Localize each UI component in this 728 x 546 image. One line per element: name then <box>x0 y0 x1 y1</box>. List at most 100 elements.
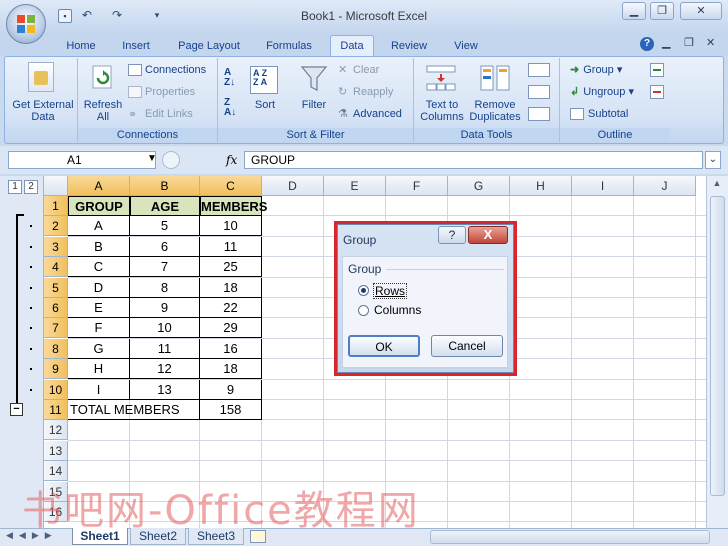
row-header-10[interactable]: 10 <box>44 379 68 400</box>
restore-button[interactable]: ❐ <box>650 2 674 20</box>
row-header-7[interactable]: 7 <box>44 318 68 339</box>
table-cell[interactable]: 11 <box>130 338 200 359</box>
total-members-value[interactable]: 158 <box>200 400 262 420</box>
consolidate-icon[interactable] <box>528 85 550 99</box>
name-box-dropdown-icon[interactable]: ▼ <box>147 153 157 164</box>
table-cell[interactable]: 10 <box>200 216 262 237</box>
table-cell[interactable]: 10 <box>130 318 200 339</box>
row-header-6[interactable]: 6 <box>44 298 68 318</box>
table-cell[interactable]: 22 <box>200 298 262 318</box>
vertical-scroll-thumb[interactable] <box>710 196 725 496</box>
close-button[interactable]: ✕ <box>680 2 722 20</box>
advanced-button[interactable]: ⚗ Advanced <box>338 107 402 121</box>
column-header-h[interactable]: H <box>510 176 572 196</box>
header-cell-group[interactable]: GROUP <box>68 196 130 216</box>
table-cell[interactable]: 8 <box>130 277 200 298</box>
tab-data[interactable]: Data <box>330 35 374 57</box>
outline-level-2-button[interactable]: 2 <box>24 180 38 194</box>
table-cell[interactable]: D <box>68 277 130 298</box>
row-header-5[interactable]: 5 <box>44 277 68 298</box>
row-header-11[interactable]: 11 <box>44 400 68 420</box>
header-cell-members[interactable]: MEMBERS <box>200 196 267 216</box>
row-header-2[interactable]: 2 <box>44 216 68 237</box>
table-cell[interactable]: 6 <box>130 236 200 257</box>
subtotal-button[interactable]: Subtotal <box>570 107 628 121</box>
table-cell[interactable]: 5 <box>130 216 200 237</box>
get-external-data-button[interactable]: Get External Data <box>8 99 78 123</box>
collapse-group-button[interactable]: − <box>10 403 23 416</box>
ribbon-close-icon[interactable]: ✕ <box>706 36 715 49</box>
scroll-up-icon[interactable]: ▲ <box>710 178 724 190</box>
table-cell[interactable]: H <box>68 359 130 380</box>
table-cell[interactable]: 16 <box>200 338 262 359</box>
filter-button[interactable]: Filter <box>296 99 332 111</box>
refresh-all-button[interactable]: Refresh All <box>80 99 126 123</box>
dialog-help-button[interactable]: ? <box>438 226 466 244</box>
what-if-analysis-icon[interactable] <box>528 107 550 121</box>
table-cell[interactable]: C <box>68 257 130 278</box>
remove-duplicates-button[interactable]: Remove Duplicates <box>466 99 524 123</box>
table-cell[interactable]: 12 <box>130 359 200 380</box>
tab-review[interactable]: Review <box>384 37 434 55</box>
table-cell[interactable]: 13 <box>130 379 200 400</box>
row-header-3[interactable]: 3 <box>44 236 68 257</box>
connections-button[interactable]: Connections <box>128 63 206 77</box>
ungroup-button[interactable]: ↲ Ungroup ▾ <box>570 85 634 99</box>
column-header-d[interactable]: D <box>262 176 324 196</box>
table-cell[interactable]: F <box>68 318 130 339</box>
column-header-b[interactable]: B <box>130 176 200 196</box>
edit-links-button[interactable]: ⚭ Edit Links <box>128 107 193 121</box>
formula-input[interactable]: GROUP <box>244 151 703 169</box>
table-cell[interactable]: E <box>68 298 130 318</box>
row-header-4[interactable]: 4 <box>44 257 68 278</box>
insert-function-button[interactable]: fx <box>226 153 237 167</box>
table-cell[interactable]: 9 <box>200 379 262 400</box>
ribbon-minimize-icon[interactable]: ▁ <box>662 36 670 49</box>
tab-home[interactable]: Home <box>58 37 104 55</box>
help-icon[interactable]: ? <box>640 37 654 51</box>
properties-button[interactable]: Properties <box>128 85 195 99</box>
total-members-label[interactable]: TOTAL MEMBERS <box>68 400 200 420</box>
minimize-button[interactable]: ▁ <box>622 2 646 20</box>
horizontal-scroll-thumb[interactable] <box>430 530 710 544</box>
table-cell[interactable]: G <box>68 338 130 359</box>
ribbon-restore-icon[interactable]: ❐ <box>684 36 694 49</box>
hide-detail-icon[interactable] <box>650 85 664 99</box>
table-cell[interactable]: 9 <box>130 298 200 318</box>
table-cell[interactable]: 29 <box>200 318 262 339</box>
tab-page-layout[interactable]: Page Layout <box>170 37 248 55</box>
row-header-9[interactable]: 9 <box>44 359 68 380</box>
table-cell[interactable]: A <box>68 216 130 237</box>
name-box[interactable]: A1 <box>8 151 156 169</box>
show-detail-icon[interactable] <box>650 63 664 77</box>
tab-formulas[interactable]: Formulas <box>258 37 320 55</box>
reapply-button[interactable]: ↻ Reapply <box>338 85 393 99</box>
table-cell[interactable]: 18 <box>200 359 262 380</box>
outline-level-1-button[interactable]: 1 <box>8 180 22 194</box>
column-header-f[interactable]: F <box>386 176 448 196</box>
data-validation-icon[interactable] <box>528 63 550 77</box>
row-header-12[interactable]: 12 <box>44 420 68 441</box>
group-button[interactable]: ➜ Group ▾ <box>570 63 622 77</box>
sort-az-button[interactable]: A Z↓ <box>224 68 235 88</box>
formula-bar-expand-icon[interactable] <box>162 151 180 169</box>
header-cell-age[interactable]: AGE <box>130 196 200 216</box>
column-header-e[interactable]: E <box>324 176 386 196</box>
column-header-a[interactable]: A <box>68 176 130 196</box>
dialog-close-button[interactable]: X <box>468 226 508 244</box>
table-cell[interactable]: B <box>68 236 130 257</box>
table-cell[interactable]: I <box>68 379 130 400</box>
table-cell[interactable]: 7 <box>130 257 200 278</box>
formula-bar-collapse-icon[interactable]: ⌄ <box>705 151 721 169</box>
column-header-c[interactable]: C <box>200 176 262 196</box>
column-header-j[interactable]: J <box>634 176 696 196</box>
row-header-13[interactable]: 13 <box>44 440 68 461</box>
office-button[interactable] <box>6 4 46 44</box>
row-header-1[interactable]: 1 <box>44 196 68 216</box>
tab-view[interactable]: View <box>444 37 488 55</box>
row-header-8[interactable]: 8 <box>44 338 68 359</box>
table-cell[interactable]: 11 <box>200 236 262 257</box>
sort-button[interactable]: Sort <box>248 99 282 111</box>
vertical-scrollbar[interactable]: ▲ <box>706 176 728 528</box>
column-header-g[interactable]: G <box>448 176 510 196</box>
